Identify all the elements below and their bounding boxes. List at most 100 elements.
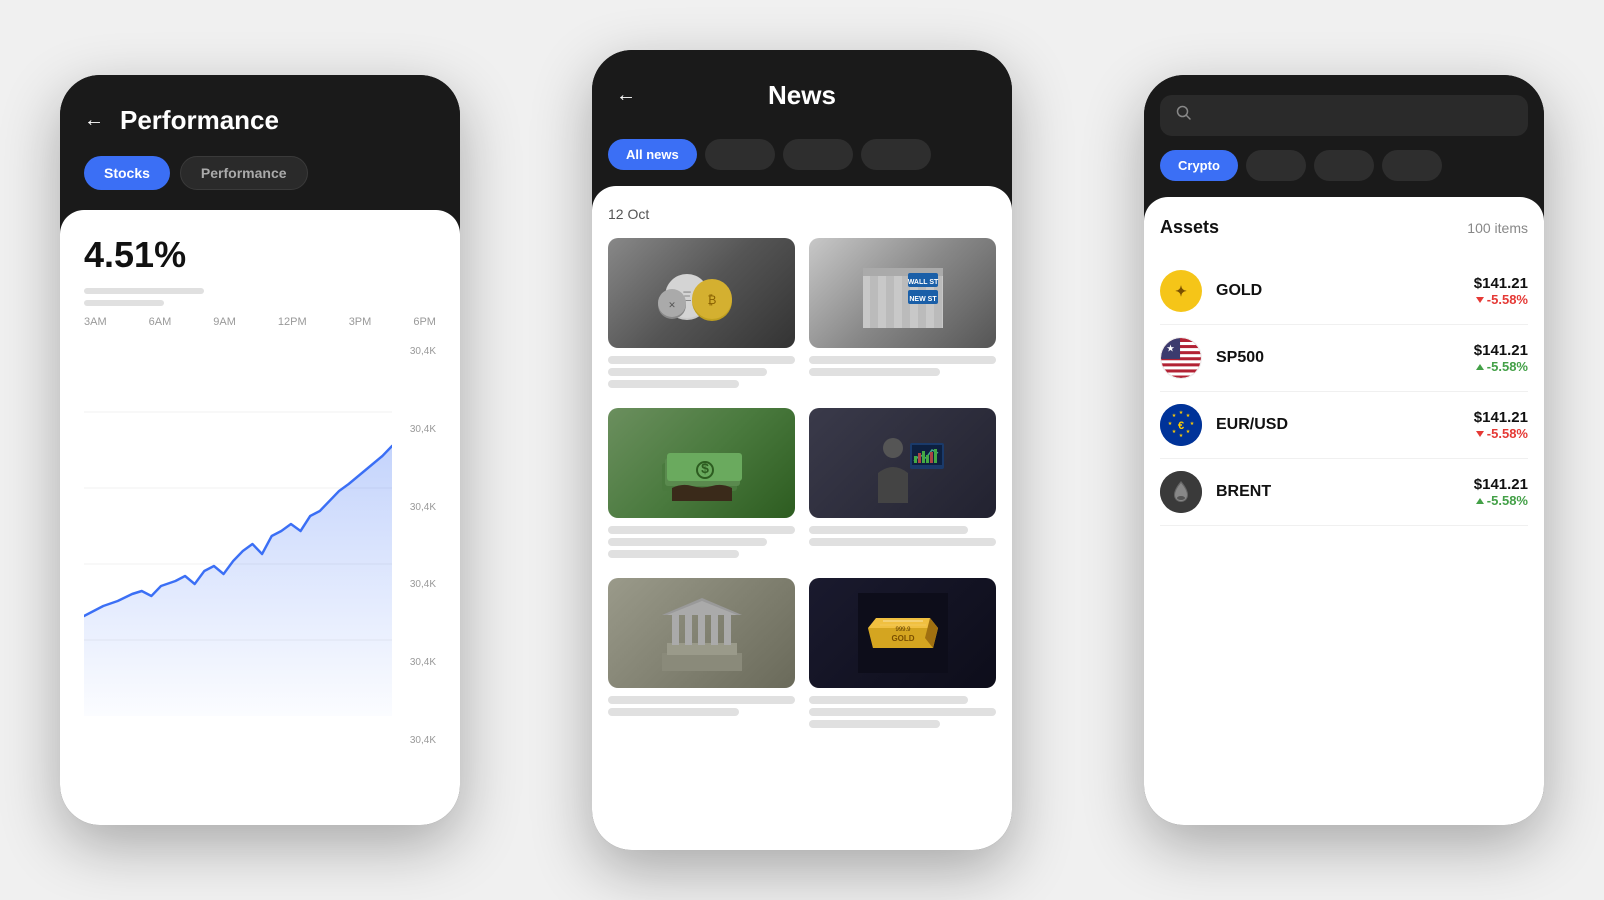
news-image-building <box>608 578 795 688</box>
news-line-15 <box>809 720 940 728</box>
asset-row-gold[interactable]: ✦ GOLD $141.21 -5.58% <box>1160 258 1528 325</box>
svg-text:★: ★ <box>1179 410 1184 416</box>
phone-performance: ← Performance Stocks Performance 4.51% 3… <box>60 75 460 825</box>
asset-price-eurusd: $141.21 <box>1474 409 1528 426</box>
chart-area: 30,4K 30,4K 30,4K 30,4K 30,4K 30,4K <box>84 336 436 756</box>
asset-name-sp500: SP500 <box>1216 349 1474 367</box>
news-content: 12 Oct Ξ ₿ <box>592 186 1012 850</box>
skeleton-line-2 <box>84 300 164 306</box>
crypto-header: Crypto <box>1144 75 1544 197</box>
asset-change-gold: -5.58% <box>1474 292 1528 307</box>
arrow-up-brent <box>1476 498 1484 504</box>
news-item-trader <box>809 408 996 558</box>
time-3am: 3AM <box>84 316 107 328</box>
news-title: News <box>768 80 836 111</box>
news-back-icon[interactable]: ← <box>616 84 636 107</box>
y-label-3: 30,4K <box>392 502 436 513</box>
y-label-6: 30,4K <box>392 735 436 746</box>
assets-count: 100 items <box>1467 220 1528 236</box>
phone-news: ← News All news 12 Oct <box>592 50 1012 850</box>
tab-crypto[interactable]: Crypto <box>1160 150 1238 181</box>
performance-value: 4.51% <box>84 234 436 276</box>
news-text-money <box>608 526 795 558</box>
arrow-up-sp500 <box>1476 364 1484 370</box>
svg-text:★: ★ <box>1172 413 1177 419</box>
news-line-7 <box>608 538 767 546</box>
skeleton-line-1 <box>84 288 204 294</box>
performance-content: 4.51% 3AM 6AM 9AM 12PM 3PM 6PM <box>60 210 460 825</box>
news-item-money: $ <box>608 408 795 558</box>
tab-stocks[interactable]: Stocks <box>84 156 170 190</box>
chart-y-labels: 30,4K 30,4K 30,4K 30,4K 30,4K 30,4K <box>392 336 436 756</box>
asset-icon-eurusd: ★ ★ ★ ★ ★ ★ ★ ★ € <box>1160 404 1202 446</box>
tab-news-4[interactable] <box>861 139 931 170</box>
asset-icon-brent <box>1160 471 1202 513</box>
search-input[interactable] <box>1202 109 1512 123</box>
svg-text:★: ★ <box>1172 429 1177 435</box>
svg-text:✦: ✦ <box>1175 283 1187 299</box>
news-line-5 <box>809 368 940 376</box>
phone-crypto: Crypto Assets 100 items ✦ GOLD <box>1144 75 1544 825</box>
svg-text:GOLD: GOLD <box>891 634 914 643</box>
tab-news-2[interactable] <box>705 139 775 170</box>
asset-name-brent: BRENT <box>1216 483 1474 501</box>
news-item-gold: GOLD 999.9 <box>809 578 996 728</box>
news-grid-1: Ξ ₿ ✕ <box>608 238 996 388</box>
asset-icon-gold: ✦ <box>1160 270 1202 312</box>
svg-text:WALL ST: WALL ST <box>907 279 938 286</box>
news-text-wall <box>809 356 996 376</box>
asset-row-brent[interactable]: BRENT $141.21 -5.58% <box>1160 459 1528 526</box>
news-image-gold: GOLD 999.9 <box>809 578 996 688</box>
scene: ← Performance Stocks Performance 4.51% 3… <box>0 0 1604 900</box>
time-9am: 9AM <box>213 316 236 328</box>
tab-crypto-3[interactable] <box>1314 150 1374 181</box>
svg-text:€: € <box>1178 420 1184 432</box>
svg-text:★: ★ <box>1168 421 1173 427</box>
asset-price-col-eurusd: $141.21 -5.58% <box>1474 409 1528 441</box>
news-tabs: All news <box>592 127 1012 186</box>
asset-price-col-sp500: $141.21 -5.58% <box>1474 342 1528 374</box>
assets-content: Assets 100 items ✦ GOLD $141.21 -5.58% <box>1144 197 1544 825</box>
news-image-crypto: Ξ ₿ ✕ <box>608 238 795 348</box>
asset-row-eurusd[interactable]: ★ ★ ★ ★ ★ ★ ★ ★ € EUR/USD $141.21 <box>1160 392 1528 459</box>
asset-price-col-gold: $141.21 -5.58% <box>1474 275 1528 307</box>
news-text-crypto <box>608 356 795 388</box>
tab-news-3[interactable] <box>783 139 853 170</box>
search-bar[interactable] <box>1160 95 1528 136</box>
asset-price-col-brent: $141.21 -5.58% <box>1474 476 1528 508</box>
news-image-money: $ <box>608 408 795 518</box>
performance-header: ← Performance <box>60 75 460 156</box>
y-label-2: 30,4K <box>392 424 436 435</box>
crypto-image-placeholder: Ξ ₿ ✕ <box>608 238 795 348</box>
tab-crypto-4[interactable] <box>1382 150 1442 181</box>
svg-text:NEW ST: NEW ST <box>909 296 937 303</box>
svg-text:★: ★ <box>1179 433 1184 439</box>
y-label-1: 30,4K <box>392 346 436 357</box>
news-item-building <box>608 578 795 728</box>
back-icon[interactable]: ← <box>84 109 104 132</box>
news-line-3 <box>608 380 739 388</box>
svg-text:₿: ₿ <box>707 293 716 307</box>
news-line-1 <box>608 356 795 364</box>
asset-price-sp500: $141.21 <box>1474 342 1528 359</box>
news-line-10 <box>809 538 996 546</box>
svg-text:★: ★ <box>1190 421 1195 427</box>
tab-all-news[interactable]: All news <box>608 139 697 170</box>
asset-icon-sp500: ★ <box>1160 337 1202 379</box>
news-image-wall: WALL ST NEW ST <box>809 238 996 348</box>
asset-change-sp500: -5.58% <box>1474 359 1528 374</box>
svg-text:✕: ✕ <box>668 300 676 310</box>
news-date: 12 Oct <box>608 206 996 222</box>
news-grid-2: $ <box>608 408 996 558</box>
news-image-trader <box>809 408 996 518</box>
asset-name-gold: GOLD <box>1216 282 1474 300</box>
time-12pm: 12PM <box>278 316 307 328</box>
svg-text:999.9: 999.9 <box>895 627 911 633</box>
tab-performance[interactable]: Performance <box>180 156 308 190</box>
asset-change-brent: -5.58% <box>1474 493 1528 508</box>
news-text-gold <box>809 696 996 728</box>
news-line-12 <box>608 708 739 716</box>
asset-row-sp500[interactable]: ★ SP500 $141.21 -5.58% <box>1160 325 1528 392</box>
tab-crypto-2[interactable] <box>1246 150 1306 181</box>
chart-svg <box>84 336 392 756</box>
